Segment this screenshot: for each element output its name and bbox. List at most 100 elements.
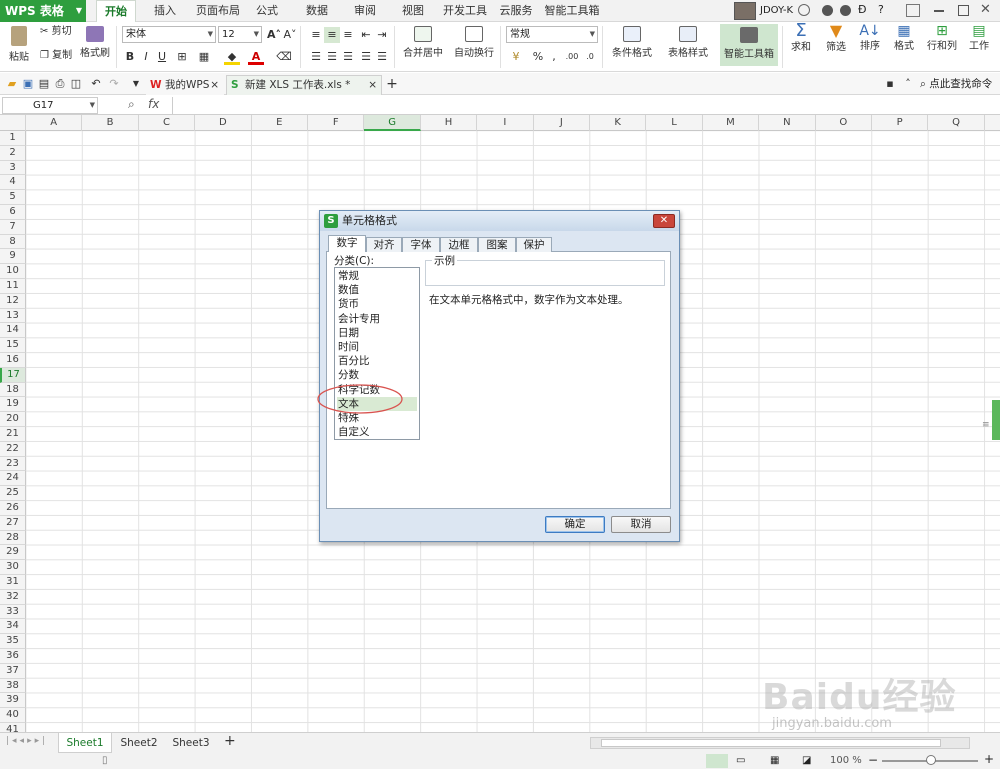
indent-right-icon[interactable]: ⇥ [374, 27, 390, 43]
conditional-format-button[interactable]: 条件格式 [606, 26, 658, 61]
clock-icon[interactable] [798, 4, 810, 16]
name-box[interactable]: G17 ▼ [2, 97, 98, 114]
column-header-k[interactable]: K [590, 115, 647, 131]
row-header-30[interactable]: 30 [0, 560, 26, 575]
tab-data[interactable]: 数据 [302, 0, 332, 22]
smart-toolbox-button[interactable]: 智能工具箱 [720, 24, 778, 66]
collapse-icon[interactable]: ˄ [900, 76, 916, 92]
doc-tab-mywps[interactable]: W 我的WPS × [146, 75, 224, 95]
row-header-22[interactable]: 22 [0, 441, 26, 457]
tab-view[interactable]: 视图 [398, 0, 428, 22]
row-header-25[interactable]: 25 [0, 486, 26, 501]
row-header-40[interactable]: 40 [0, 708, 26, 723]
underline-button[interactable]: U [154, 49, 170, 65]
zoom-in-icon[interactable]: + [984, 752, 994, 766]
tab-review[interactable]: 审阅 [350, 0, 380, 22]
category-item[interactable]: 日期 [337, 326, 417, 340]
row-header-19[interactable]: 19 [0, 397, 26, 413]
percent-icon[interactable]: % [530, 49, 546, 65]
category-item[interactable]: 常规 [337, 269, 417, 283]
horizontal-scrollbar[interactable] [590, 737, 970, 749]
column-header-g[interactable]: G [364, 115, 421, 131]
bold-button[interactable]: B [122, 49, 138, 65]
ok-button[interactable]: 确定 [545, 516, 605, 533]
tab-home[interactable]: 开始 [96, 0, 136, 22]
screen-icon[interactable]: ▪ [882, 76, 898, 92]
category-item[interactable]: 时间 [337, 340, 417, 354]
row-header-12[interactable]: 12 [0, 293, 26, 309]
row-header-33[interactable]: 33 [0, 604, 26, 620]
align-bottom-icon[interactable]: ≡ [340, 27, 356, 43]
dialog-tab-2[interactable]: 对齐 [366, 237, 402, 252]
row-header-18[interactable]: 18 [0, 382, 26, 398]
column-header-p[interactable]: P [872, 115, 929, 131]
page-break-view-icon[interactable]: ▦ [770, 755, 779, 766]
worksheet-button[interactable]: ▤ 工作 [964, 24, 994, 54]
formula-input[interactable] [172, 97, 998, 114]
app-menu-button[interactable]: WPS 表格 ▼ [0, 0, 86, 22]
row-header-7[interactable]: 7 [0, 219, 26, 235]
print-icon[interactable]: ⎙ [52, 76, 68, 92]
filter-button[interactable]: ▼ 筛选 [820, 23, 852, 55]
row-header-3[interactable]: 3 [0, 160, 26, 176]
fill-color-icon[interactable]: ◆ [224, 49, 240, 65]
row-header-32[interactable]: 32 [0, 589, 26, 605]
tab-formula[interactable]: 公式 [252, 0, 282, 22]
tab-page-layout[interactable]: 页面布局 [192, 0, 244, 22]
increase-decimal-icon[interactable]: .00 [564, 49, 580, 65]
row-header-15[interactable]: 15 [0, 338, 26, 353]
row-header-36[interactable]: 36 [0, 649, 26, 664]
row-header-2[interactable]: 2 [0, 145, 26, 161]
row-header-20[interactable]: 20 [0, 412, 26, 427]
zoom-slider[interactable] [882, 755, 978, 765]
dialog-tab-6[interactable]: 保护 [516, 237, 552, 252]
category-item[interactable]: 货币 [337, 297, 417, 311]
close-icon[interactable]: × [368, 76, 377, 94]
decrease-font-icon[interactable]: A˅ [282, 27, 298, 43]
category-item[interactable]: 会计专用 [337, 312, 417, 326]
row-header-17[interactable]: 17 [0, 367, 26, 383]
row-header-38[interactable]: 38 [0, 678, 26, 694]
select-all-corner[interactable] [0, 115, 26, 131]
add-sheet-icon[interactable]: + [224, 733, 236, 749]
clear-format-icon[interactable]: ⌫ [276, 49, 292, 65]
row-header-23[interactable]: 23 [0, 456, 26, 472]
row-header-13[interactable]: 13 [0, 308, 26, 324]
zoom-out-icon[interactable]: − [868, 753, 878, 767]
tab-cloud[interactable]: 云服务 [496, 0, 536, 22]
increase-font-icon[interactable]: A˄ [266, 27, 282, 43]
sheet-nav-arrows[interactable]: |◂◂▸▸| [6, 736, 48, 746]
align-right-icon[interactable]: ☰ [340, 49, 356, 65]
copy-button[interactable]: ❐ 复制 [40, 49, 72, 63]
number-format-select[interactable]: 常规 ▼ [506, 26, 598, 43]
currency-icon[interactable]: ¥ [508, 49, 524, 65]
font-name-select[interactable]: 宋体 ▼ [122, 26, 216, 43]
border-icon[interactable]: ⊞ [174, 49, 190, 65]
dialog-tab-3[interactable]: 字体 [402, 237, 440, 252]
minimize-icon[interactable] [934, 10, 944, 12]
align-top-icon[interactable]: ≡ [308, 27, 324, 43]
side-panel-handle[interactable] [992, 400, 1000, 440]
row-header-37[interactable]: 37 [0, 663, 26, 679]
column-header-f[interactable]: F [308, 115, 365, 131]
column-header-h[interactable]: H [421, 115, 478, 131]
normal-view-icon[interactable] [706, 754, 728, 768]
merge-center-button[interactable]: 合并居中 [398, 26, 448, 61]
column-header-e[interactable]: E [252, 115, 308, 131]
restore-ribbon-icon[interactable] [906, 4, 920, 17]
category-item[interactable]: 分数 [337, 368, 417, 382]
user-name[interactable]: JDOY-K [760, 0, 793, 22]
font-color-icon[interactable]: A [248, 49, 264, 65]
sort-button[interactable]: A↓ 排序 [854, 24, 886, 54]
cancel-button[interactable]: 取消 [611, 516, 671, 533]
sheet-tab-2[interactable]: Sheet2 [114, 733, 164, 753]
row-header-4[interactable]: 4 [0, 175, 26, 191]
row-header-34[interactable]: 34 [0, 619, 26, 635]
format-painter-button[interactable]: 格式刷 [80, 26, 110, 61]
distributed-icon[interactable]: ☰ [374, 49, 390, 65]
row-header-26[interactable]: 26 [0, 501, 26, 516]
close-icon[interactable]: × [210, 76, 219, 94]
row-header-27[interactable]: 27 [0, 515, 26, 531]
row-header-5[interactable]: 5 [0, 190, 26, 205]
drag-handle-icon[interactable]: ≡ [982, 420, 990, 430]
